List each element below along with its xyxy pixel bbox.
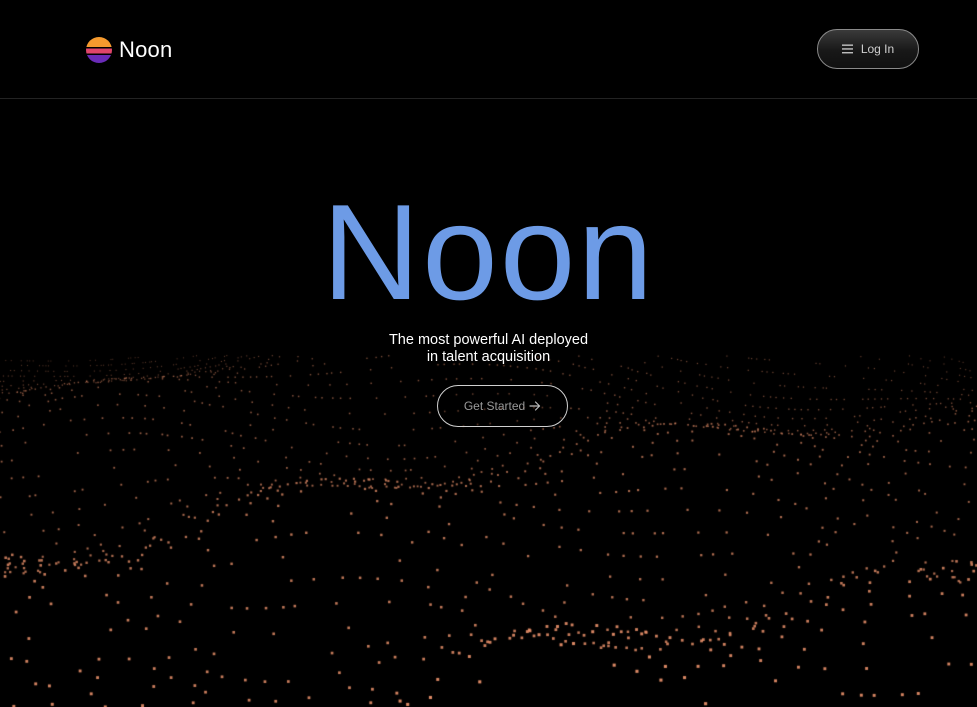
arrow-right-icon [529, 401, 541, 411]
hero-title: Noon [321, 176, 656, 328]
brand-home-link[interactable]: Noon [86, 37, 172, 63]
login-label: Log In [860, 42, 895, 56]
login-button[interactable]: Log In [817, 29, 919, 69]
hero-subtitle-line-1: The most powerful AI deployed [388, 332, 589, 348]
brand-name: Noon [119, 37, 173, 62]
hero-subtitle: The most powerful AI deployed in talent … [0, 332, 977, 366]
top-navbar: Noon Log In [0, 0, 977, 99]
hero-subtitle-line-2: in talent acquisition [426, 349, 551, 365]
hamburger-menu-icon [841, 44, 853, 54]
sunset-logo-icon [86, 37, 112, 63]
landing-page: Noon Log In Noon The most powerful AI de… [0, 0, 977, 707]
get-started-button[interactable]: Get Started [437, 385, 568, 427]
get-started-label: Get Started [463, 399, 526, 413]
